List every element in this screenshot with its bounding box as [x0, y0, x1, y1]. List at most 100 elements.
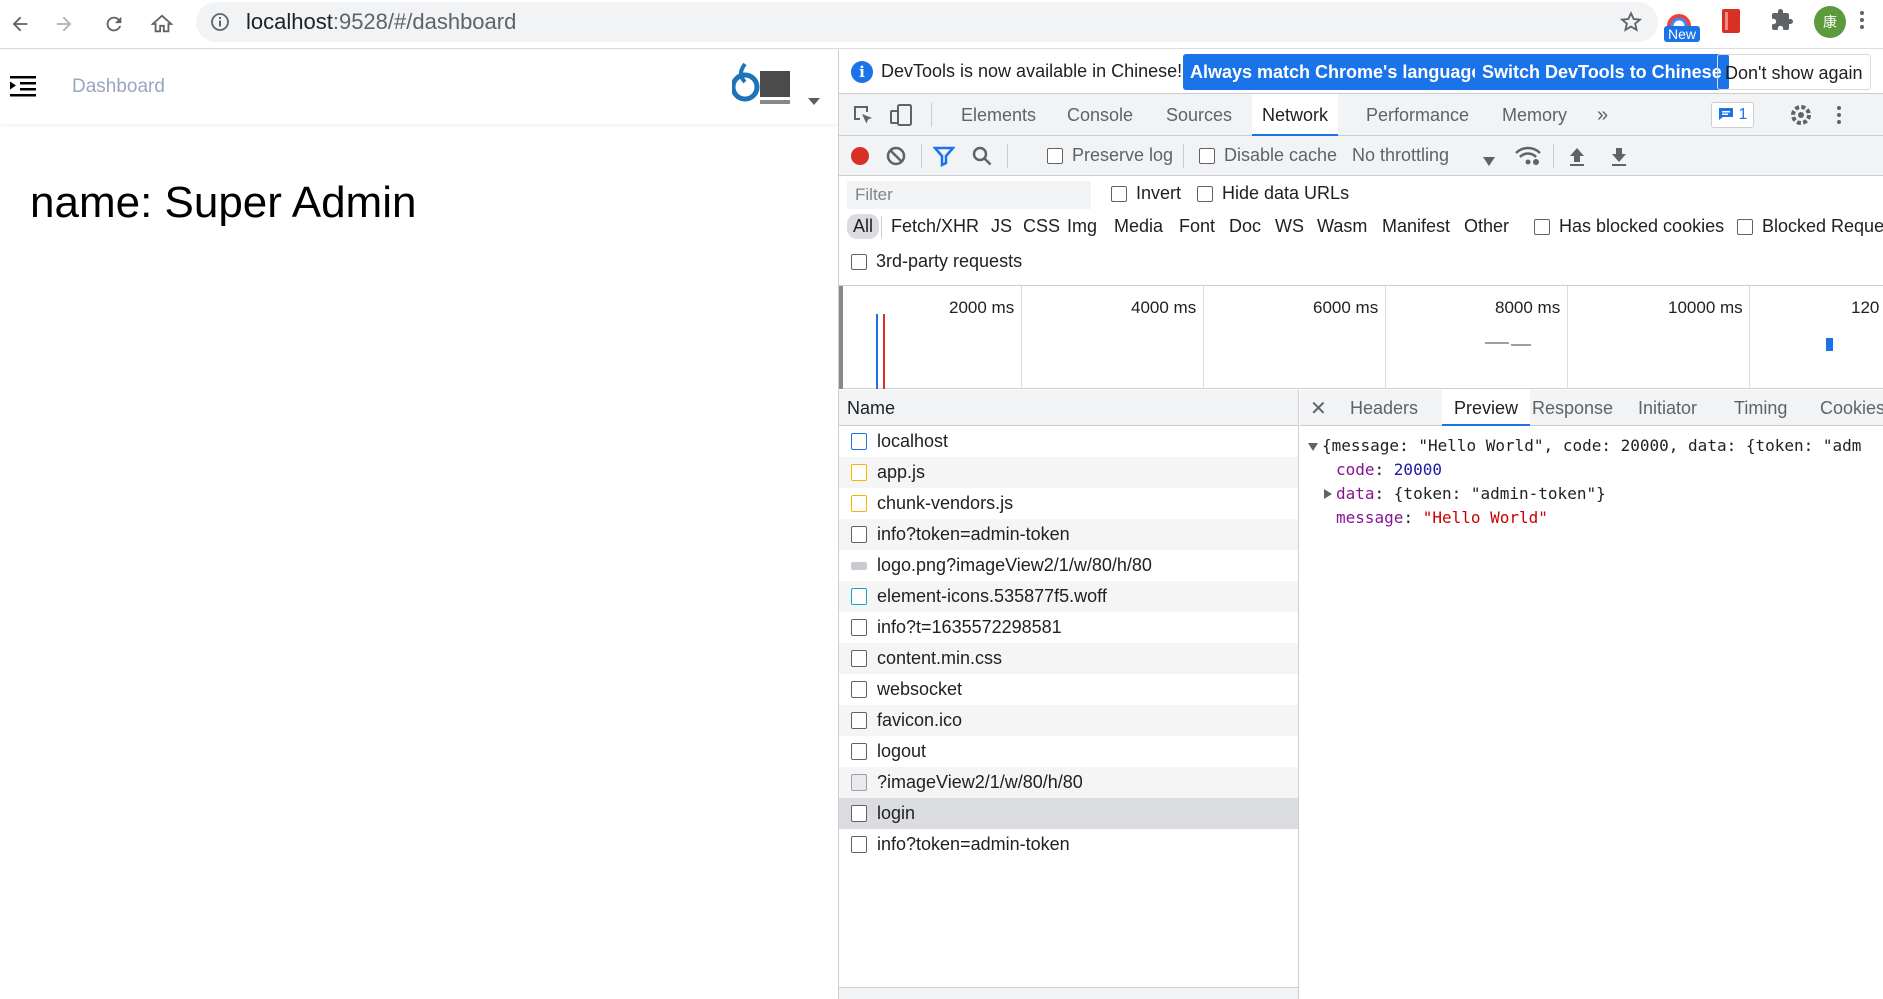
type-filter-font[interactable]: Font	[1179, 216, 1215, 237]
json-data-row[interactable]: data: {token: "admin-token"}	[1324, 484, 1606, 503]
json-message-row: message: "Hello World"	[1336, 508, 1548, 527]
tab-network[interactable]: Network	[1252, 94, 1339, 136]
record-button[interactable]	[851, 147, 869, 165]
timeline-gridline	[1385, 286, 1386, 389]
home-button[interactable]	[144, 6, 180, 42]
tab-elements[interactable]: Elements	[961, 94, 1036, 136]
request-row[interactable]: logo.png?imageView2/1/w/80/h/80	[839, 550, 1298, 581]
json-key: code	[1336, 460, 1375, 479]
type-filter-doc[interactable]: Doc	[1229, 216, 1261, 237]
type-filter-img[interactable]: Img	[1067, 216, 1097, 237]
type-filter-ws[interactable]: WS	[1275, 216, 1304, 237]
breadcrumb-dashboard[interactable]: Dashboard	[72, 76, 165, 98]
detail-tab-timing[interactable]: Timing	[1734, 390, 1787, 426]
console-messages-badge[interactable]: 1	[1711, 102, 1755, 128]
json-code-row: code: 20000	[1336, 460, 1442, 479]
type-filter-wasm[interactable]: Wasm	[1317, 216, 1367, 237]
request-row[interactable]: info?token=admin-token	[839, 519, 1298, 550]
extensions-puzzle-icon[interactable]	[1770, 8, 1794, 37]
settings-gear-icon[interactable]	[1789, 103, 1813, 132]
console-message-count: 1	[1738, 106, 1748, 123]
address-bar[interactable]: localhost:9528/#/dashboard	[196, 2, 1658, 42]
network-conditions-wifi-icon[interactable]	[1515, 145, 1541, 172]
type-filter-fetch-xhr[interactable]: Fetch/XHR	[891, 216, 979, 237]
network-filter-bar: Filter Invert Hide data URLs All Fetch/X…	[839, 176, 1883, 286]
more-tabs-chevron-icon[interactable]: »	[1597, 94, 1608, 136]
request-row[interactable]: info?token=admin-token	[839, 829, 1298, 860]
invert-checkbox[interactable]	[1111, 186, 1127, 202]
third-party-requests-checkbox[interactable]	[851, 254, 867, 270]
tab-console[interactable]: Console	[1067, 94, 1133, 136]
type-filter-media[interactable]: Media	[1114, 216, 1163, 237]
search-icon[interactable]	[971, 145, 993, 172]
type-filter-css[interactable]: CSS	[1023, 216, 1060, 237]
request-row[interactable]: chunk-vendors.js	[839, 488, 1298, 519]
close-detail-icon[interactable]: ✕	[1310, 396, 1327, 421]
sidebar-toggle-icon[interactable]	[10, 74, 36, 103]
json-key: message	[1336, 508, 1404, 527]
bookmark-star-icon[interactable]	[1619, 11, 1643, 38]
type-filter-js[interactable]: JS	[991, 216, 1012, 237]
url-path: :9528/#/dashboard	[332, 9, 517, 34]
timeline-start-marker	[839, 286, 843, 389]
dont-show-again-button[interactable]: Don't show again	[1717, 54, 1871, 90]
json-key: data	[1336, 484, 1375, 503]
back-button[interactable]	[2, 6, 38, 42]
reload-button[interactable]	[96, 6, 132, 42]
device-toolbar-icon[interactable]	[889, 103, 913, 132]
export-har-icon[interactable]	[1609, 145, 1629, 172]
preserve-log-checkbox[interactable]	[1047, 148, 1063, 164]
site-info-icon[interactable]	[210, 12, 230, 37]
profile-avatar[interactable]: 康	[1814, 6, 1846, 38]
image-file-icon	[851, 562, 867, 570]
detail-tab-initiator[interactable]: Initiator	[1638, 390, 1697, 426]
request-row[interactable]: content.min.css	[839, 643, 1298, 674]
name-column-header[interactable]: Name	[839, 390, 1298, 426]
import-har-icon[interactable]	[1567, 145, 1587, 172]
blocked-requests-checkbox[interactable]	[1737, 219, 1753, 235]
inspect-element-icon[interactable]	[851, 103, 875, 132]
request-row[interactable]: favicon.ico	[839, 705, 1298, 736]
filter-funnel-icon[interactable]	[932, 145, 956, 172]
menu-kebab-icon[interactable]	[1858, 8, 1866, 37]
match-language-button[interactable]: Always match Chrome's language	[1183, 54, 1489, 90]
throttling-dropdown-icon[interactable]	[1483, 151, 1495, 172]
request-row[interactable]: ?imageView2/1/w/80/h/80	[839, 767, 1298, 798]
type-filter-all[interactable]: All	[847, 214, 880, 239]
hide-data-urls-checkbox[interactable]	[1197, 186, 1213, 202]
red-book-extension-icon[interactable]	[1720, 8, 1742, 39]
disable-cache-checkbox[interactable]	[1199, 148, 1215, 164]
type-filter-other[interactable]: Other	[1464, 216, 1509, 237]
switch-chinese-button[interactable]: Switch DevTools to Chinese	[1475, 54, 1729, 90]
json-root-row[interactable]: {message: "Hello World", code: 20000, da…	[1308, 436, 1861, 455]
request-row[interactable]: logout	[839, 736, 1298, 767]
script-file-icon	[851, 464, 867, 481]
detail-tab-response[interactable]: Response	[1532, 390, 1613, 426]
request-row[interactable]: element-icons.535877f5.woff	[839, 581, 1298, 612]
request-row[interactable]: websocket	[839, 674, 1298, 705]
filter-input[interactable]: Filter	[847, 181, 1091, 209]
info-icon: i	[851, 61, 873, 83]
json-number-value: 20000	[1393, 460, 1442, 479]
request-row[interactable]: localhost	[839, 426, 1298, 457]
has-blocked-cookies-checkbox[interactable]	[1534, 219, 1550, 235]
tab-memory[interactable]: Memory	[1502, 94, 1567, 136]
tab-performance[interactable]: Performance	[1366, 94, 1469, 136]
tab-sources[interactable]: Sources	[1166, 94, 1232, 136]
clear-icon[interactable]	[885, 145, 907, 172]
request-row-selected[interactable]: login	[839, 798, 1298, 829]
detail-tab-preview[interactable]: Preview	[1442, 390, 1531, 426]
throttling-select[interactable]: No throttling	[1352, 145, 1449, 166]
request-list: Name localhost app.js chunk-vendors.js i…	[839, 390, 1299, 999]
request-name: app.js	[877, 462, 926, 482]
request-row[interactable]: app.js	[839, 457, 1298, 488]
devtools-menu-icon[interactable]	[1835, 103, 1843, 132]
forward-button[interactable]	[46, 6, 82, 42]
user-dropdown-caret-icon[interactable]	[808, 98, 820, 105]
detail-tab-headers[interactable]: Headers	[1350, 390, 1418, 426]
type-filter-manifest[interactable]: Manifest	[1382, 216, 1450, 237]
user-avatar-logo[interactable]	[730, 56, 794, 118]
detail-tab-cookies[interactable]: Cookies	[1820, 390, 1883, 426]
network-overview-timeline[interactable]: 2000 ms 4000 ms 6000 ms 8000 ms 10000 ms…	[839, 286, 1883, 389]
request-row[interactable]: info?t=1635572298581	[839, 612, 1298, 643]
